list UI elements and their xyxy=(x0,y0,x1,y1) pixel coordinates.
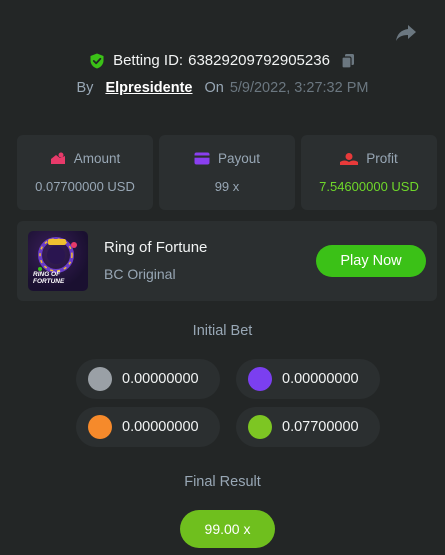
username-link[interactable]: Elpresidente xyxy=(105,80,192,96)
betting-id-row: Betting ID: 63829209792905236 xyxy=(0,52,445,69)
by-label: By xyxy=(76,80,94,96)
betting-id-label: Betting ID: xyxy=(113,52,184,69)
bet-value: 0.00000000 xyxy=(122,371,199,387)
game-title[interactable]: Ring of Fortune xyxy=(104,239,207,256)
share-button[interactable] xyxy=(395,22,417,44)
game-card: RING OF FORTUNE Ring of Fortune BC Origi… xyxy=(17,221,437,301)
bet-item: 0.00000000 xyxy=(236,359,380,399)
bet-item: 0.00000000 xyxy=(76,359,220,399)
final-result-badge: 99.00 x xyxy=(180,510,275,548)
author-row: By Elpresidente On 5/9/2022, 3:27:32 PM xyxy=(0,80,445,96)
stat-amount-label: Amount xyxy=(73,151,121,166)
thumbnail-logo-text: RING OF FORTUNE xyxy=(33,271,65,285)
copy-icon[interactable] xyxy=(340,53,356,69)
share-icon xyxy=(396,25,416,41)
bet-item: 0.07700000 xyxy=(236,407,380,447)
play-now-button[interactable]: Play Now xyxy=(316,245,426,277)
stat-profit-value: 7.54600000 USD xyxy=(319,179,419,194)
stat-profit: Profit 7.54600000 USD xyxy=(301,135,437,210)
bet-value: 0.00000000 xyxy=(122,419,199,435)
stat-payout-value: 99 x xyxy=(214,179,240,194)
final-result-title: Final Result xyxy=(184,474,261,490)
on-label: On xyxy=(204,80,224,96)
betting-id-value: 63829209792905236 xyxy=(188,52,330,69)
amount-icon xyxy=(50,152,65,164)
game-subtitle: BC Original xyxy=(104,266,176,282)
stat-payout-label: Payout xyxy=(217,151,261,166)
initial-bet-title: Initial Bet xyxy=(192,323,253,339)
coin-icon xyxy=(248,367,272,391)
profit-icon xyxy=(340,152,359,165)
stat-payout: Payout 99 x xyxy=(159,135,295,210)
payout-icon xyxy=(194,152,210,165)
coin-icon xyxy=(248,415,272,439)
bet-date: 5/9/2022, 3:27:32 PM xyxy=(229,80,369,96)
stat-profit-label: Profit xyxy=(366,151,398,166)
shield-check-icon xyxy=(90,53,104,68)
coin-icon xyxy=(88,367,112,391)
stat-amount: Amount 0.07700000 USD xyxy=(17,135,153,210)
bet-value: 0.07700000 xyxy=(282,419,359,435)
bet-item: 0.00000000 xyxy=(76,407,220,447)
stat-amount-value: 0.07700000 USD xyxy=(35,179,135,194)
game-thumbnail[interactable]: RING OF FORTUNE xyxy=(28,231,88,291)
bet-value: 0.00000000 xyxy=(282,371,359,387)
bet-stats: Amount 0.07700000 USD Payout 99 x Profit… xyxy=(17,135,437,210)
coin-icon xyxy=(88,415,112,439)
